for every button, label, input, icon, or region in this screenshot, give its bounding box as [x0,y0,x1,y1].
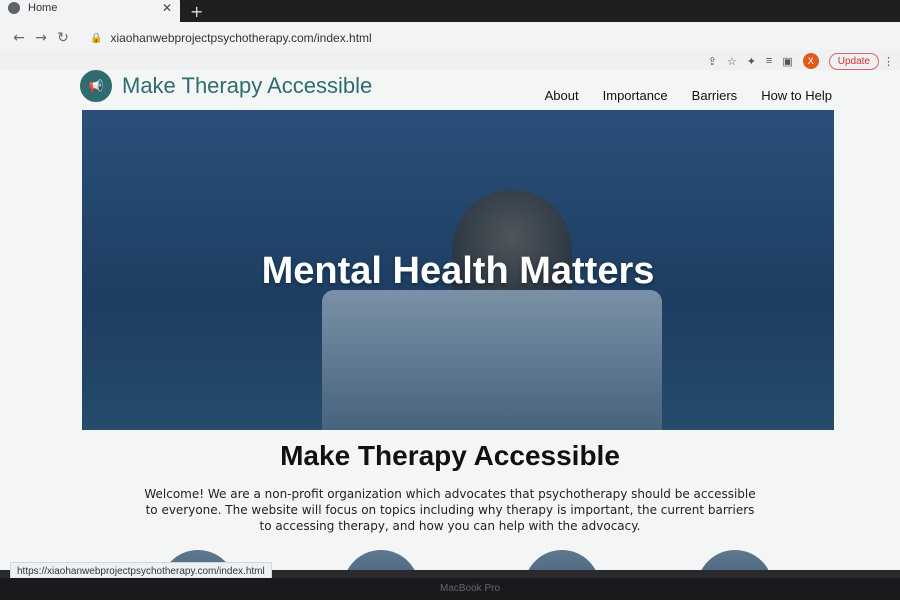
tab-home[interactable]: Home ✕ [0,0,180,22]
section-title: Make Therapy Accessible [280,440,620,471]
menu-icon[interactable]: ⋮ [883,55,894,68]
nav-importance[interactable]: Importance [603,88,668,103]
close-tab-icon[interactable]: ✕ [162,1,172,15]
hero-banner: Mental Health Matters [82,110,834,430]
reading-list-icon[interactable]: ≡ [766,55,772,67]
nav-about[interactable]: About [545,88,579,103]
address-bar[interactable]: 🔒 xiaohanwebprojectpsychotherapy.com/ind… [82,26,892,50]
tab-strip: Home ✕ + [0,0,900,22]
web-page: 📢 Make Therapy Accessible About Importan… [0,70,900,570]
url-text[interactable]: xiaohanwebprojectpsychotherapy.com/index… [110,31,371,45]
share-icon[interactable]: ⇪ [708,55,717,68]
side-panel-icon[interactable]: ▣ [782,55,792,68]
intro-section: Make Therapy Accessible Welcome! We are … [0,440,900,534]
logo[interactable]: 📢 Make Therapy Accessible [80,70,372,102]
star-icon[interactable]: ☆ [727,55,737,68]
site-header: 📢 Make Therapy Accessible About Importan… [0,70,900,110]
reload-icon[interactable]: ↻ [52,30,74,46]
feature-circle-3[interactable] [524,550,600,570]
globe-icon [8,2,20,14]
feature-circle-2[interactable] [343,550,419,570]
tab-title: Home [28,2,58,14]
laptop-brand: MacBook Pro [440,583,501,594]
update-button[interactable]: Update [828,52,879,70]
section-text: Welcome! We are a non-profit organizatio… [144,487,756,533]
hero-title: Mental Health Matters [261,250,655,292]
site-brand[interactable]: Make Therapy Accessible [122,73,372,99]
hero-laptop-image [322,290,662,430]
extensions-icon[interactable]: ✦ [747,55,756,68]
lock-icon: 🔒 [90,32,103,44]
back-icon[interactable]: ← [8,30,30,46]
site-nav: About Importance Barriers How to Help [545,88,832,103]
feature-circle-4[interactable] [697,550,773,570]
browser-actions: ⇪ ☆ ✦ ≡ ▣ X Update ⋮ [708,50,894,72]
nav-barriers[interactable]: Barriers [692,88,738,103]
megaphone-icon: 📢 [80,70,112,102]
new-tab-button[interactable]: + [190,2,203,21]
forward-icon[interactable]: → [30,30,52,46]
nav-how-to-help[interactable]: How to Help [761,88,832,103]
profile-avatar[interactable]: X [802,53,819,69]
